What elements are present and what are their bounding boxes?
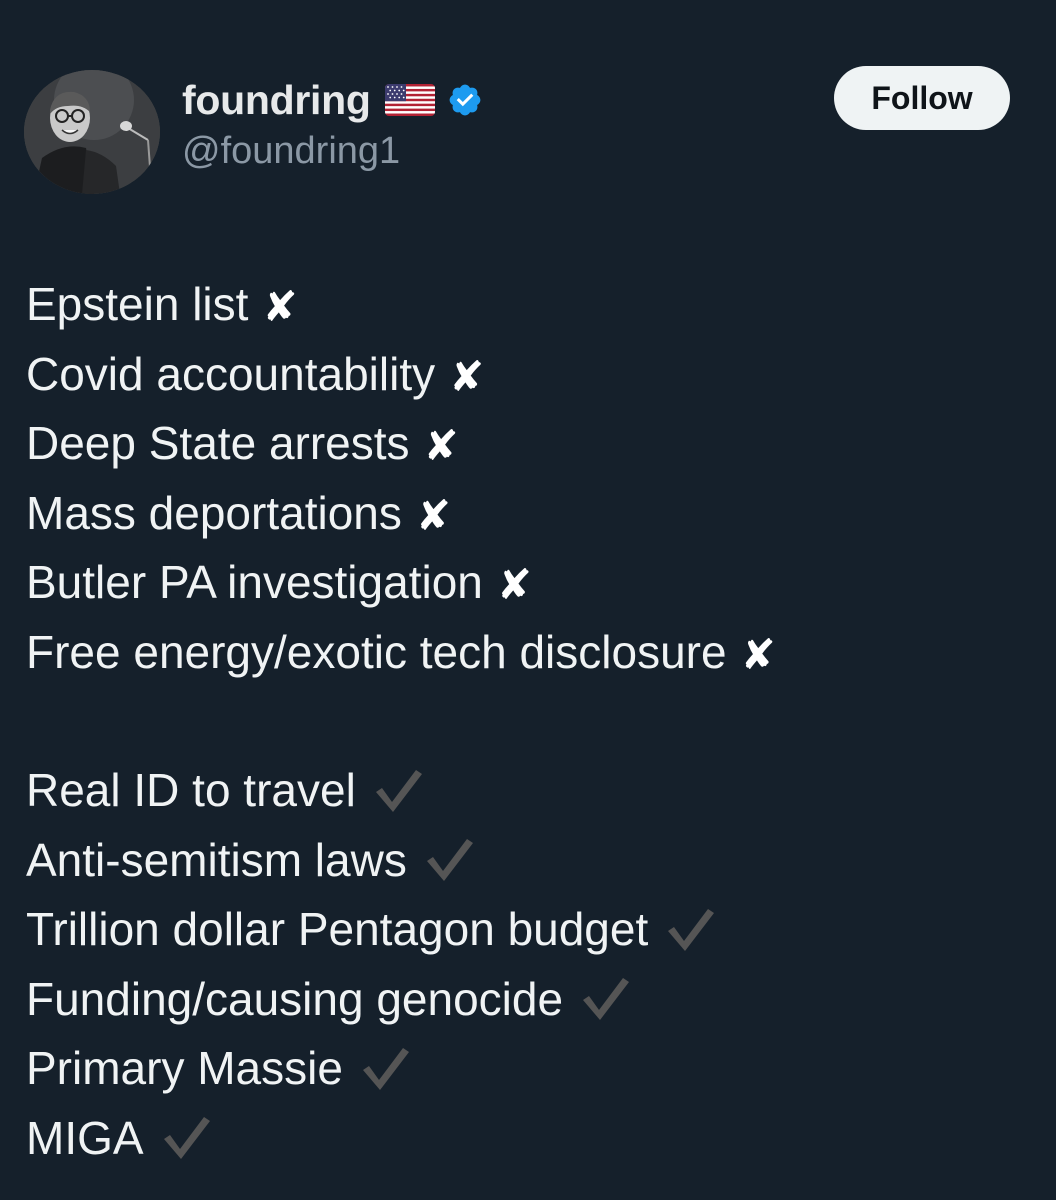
item-text: Free energy/exotic tech disclosure	[26, 625, 727, 678]
tweet-text: Epstein list ✘ Covid accountability ✘ De…	[26, 270, 1036, 1173]
list-item-delivered: Real ID to travel	[26, 756, 1036, 826]
check-mark-icon	[583, 978, 630, 1021]
us-flag-icon	[384, 84, 435, 116]
item-text: Butler PA investigation	[26, 556, 483, 608]
item-text: Trillion dollar Pentagon budget	[26, 903, 649, 955]
item-text: Funding/causing genocide	[26, 972, 564, 1025]
verified-badge-icon	[447, 82, 483, 118]
check-mark-icon	[163, 1117, 210, 1160]
list-item-delivered: Trillion dollar Pentagon budget	[26, 895, 1036, 965]
paragraph-gap	[26, 687, 1036, 756]
list-item-failed: Deep State arrests ✘	[26, 409, 1036, 479]
avatar-photo	[24, 70, 160, 194]
follow-button[interactable]: Follow	[834, 66, 1010, 130]
display-name-row: foundring	[182, 74, 483, 126]
list-item-failed: Butler PA investigation ✘	[26, 548, 1036, 618]
item-text: MIGA	[26, 1111, 144, 1164]
list-item-failed: Mass deportations ✘	[26, 479, 1036, 549]
item-text: Anti-semitism laws	[26, 833, 407, 886]
tweet-screenshot: foundring @foundring1 Follow Epstein lis…	[0, 0, 1056, 1200]
tweet-header: foundring @foundring1 Follow	[24, 66, 1024, 200]
item-text: Deep State arrests	[26, 417, 410, 469]
list-item-delivered: Primary Massie	[26, 1034, 1036, 1104]
item-text: Mass deportations	[26, 486, 402, 539]
check-mark-icon	[375, 769, 422, 812]
list-item-failed: Free energy/exotic tech disclosure ✘	[26, 618, 1036, 688]
item-text: Real ID to travel	[26, 764, 356, 816]
cross-mark-icon: ✘	[423, 422, 459, 469]
cross-mark-icon: ✘	[449, 352, 485, 400]
user-names: foundring @foundring1	[182, 74, 483, 173]
display-name[interactable]: foundring	[182, 77, 371, 124]
cross-mark-icon: ✘	[496, 561, 533, 608]
list-item-delivered: Anti-semitism laws	[26, 826, 1036, 896]
cross-mark-icon: ✘	[415, 491, 452, 539]
item-text: Epstein list	[26, 278, 249, 330]
check-mark-icon	[362, 1047, 409, 1090]
list-item-failed: Epstein list ✘	[26, 270, 1036, 340]
check-mark-icon	[668, 908, 715, 951]
cross-mark-icon: ✘	[740, 630, 776, 678]
user-handle[interactable]: @foundring1	[182, 130, 483, 173]
avatar[interactable]	[24, 70, 160, 194]
list-item-delivered: MIGA	[26, 1104, 1036, 1174]
check-mark-icon	[426, 839, 473, 882]
item-text: Primary Massie	[26, 1042, 343, 1094]
item-text: Covid accountability	[26, 347, 436, 400]
list-item-delivered: Funding/causing genocide	[26, 965, 1036, 1035]
cross-mark-icon: ✘	[262, 283, 298, 330]
list-item-failed: Covid accountability ✘	[26, 340, 1036, 410]
